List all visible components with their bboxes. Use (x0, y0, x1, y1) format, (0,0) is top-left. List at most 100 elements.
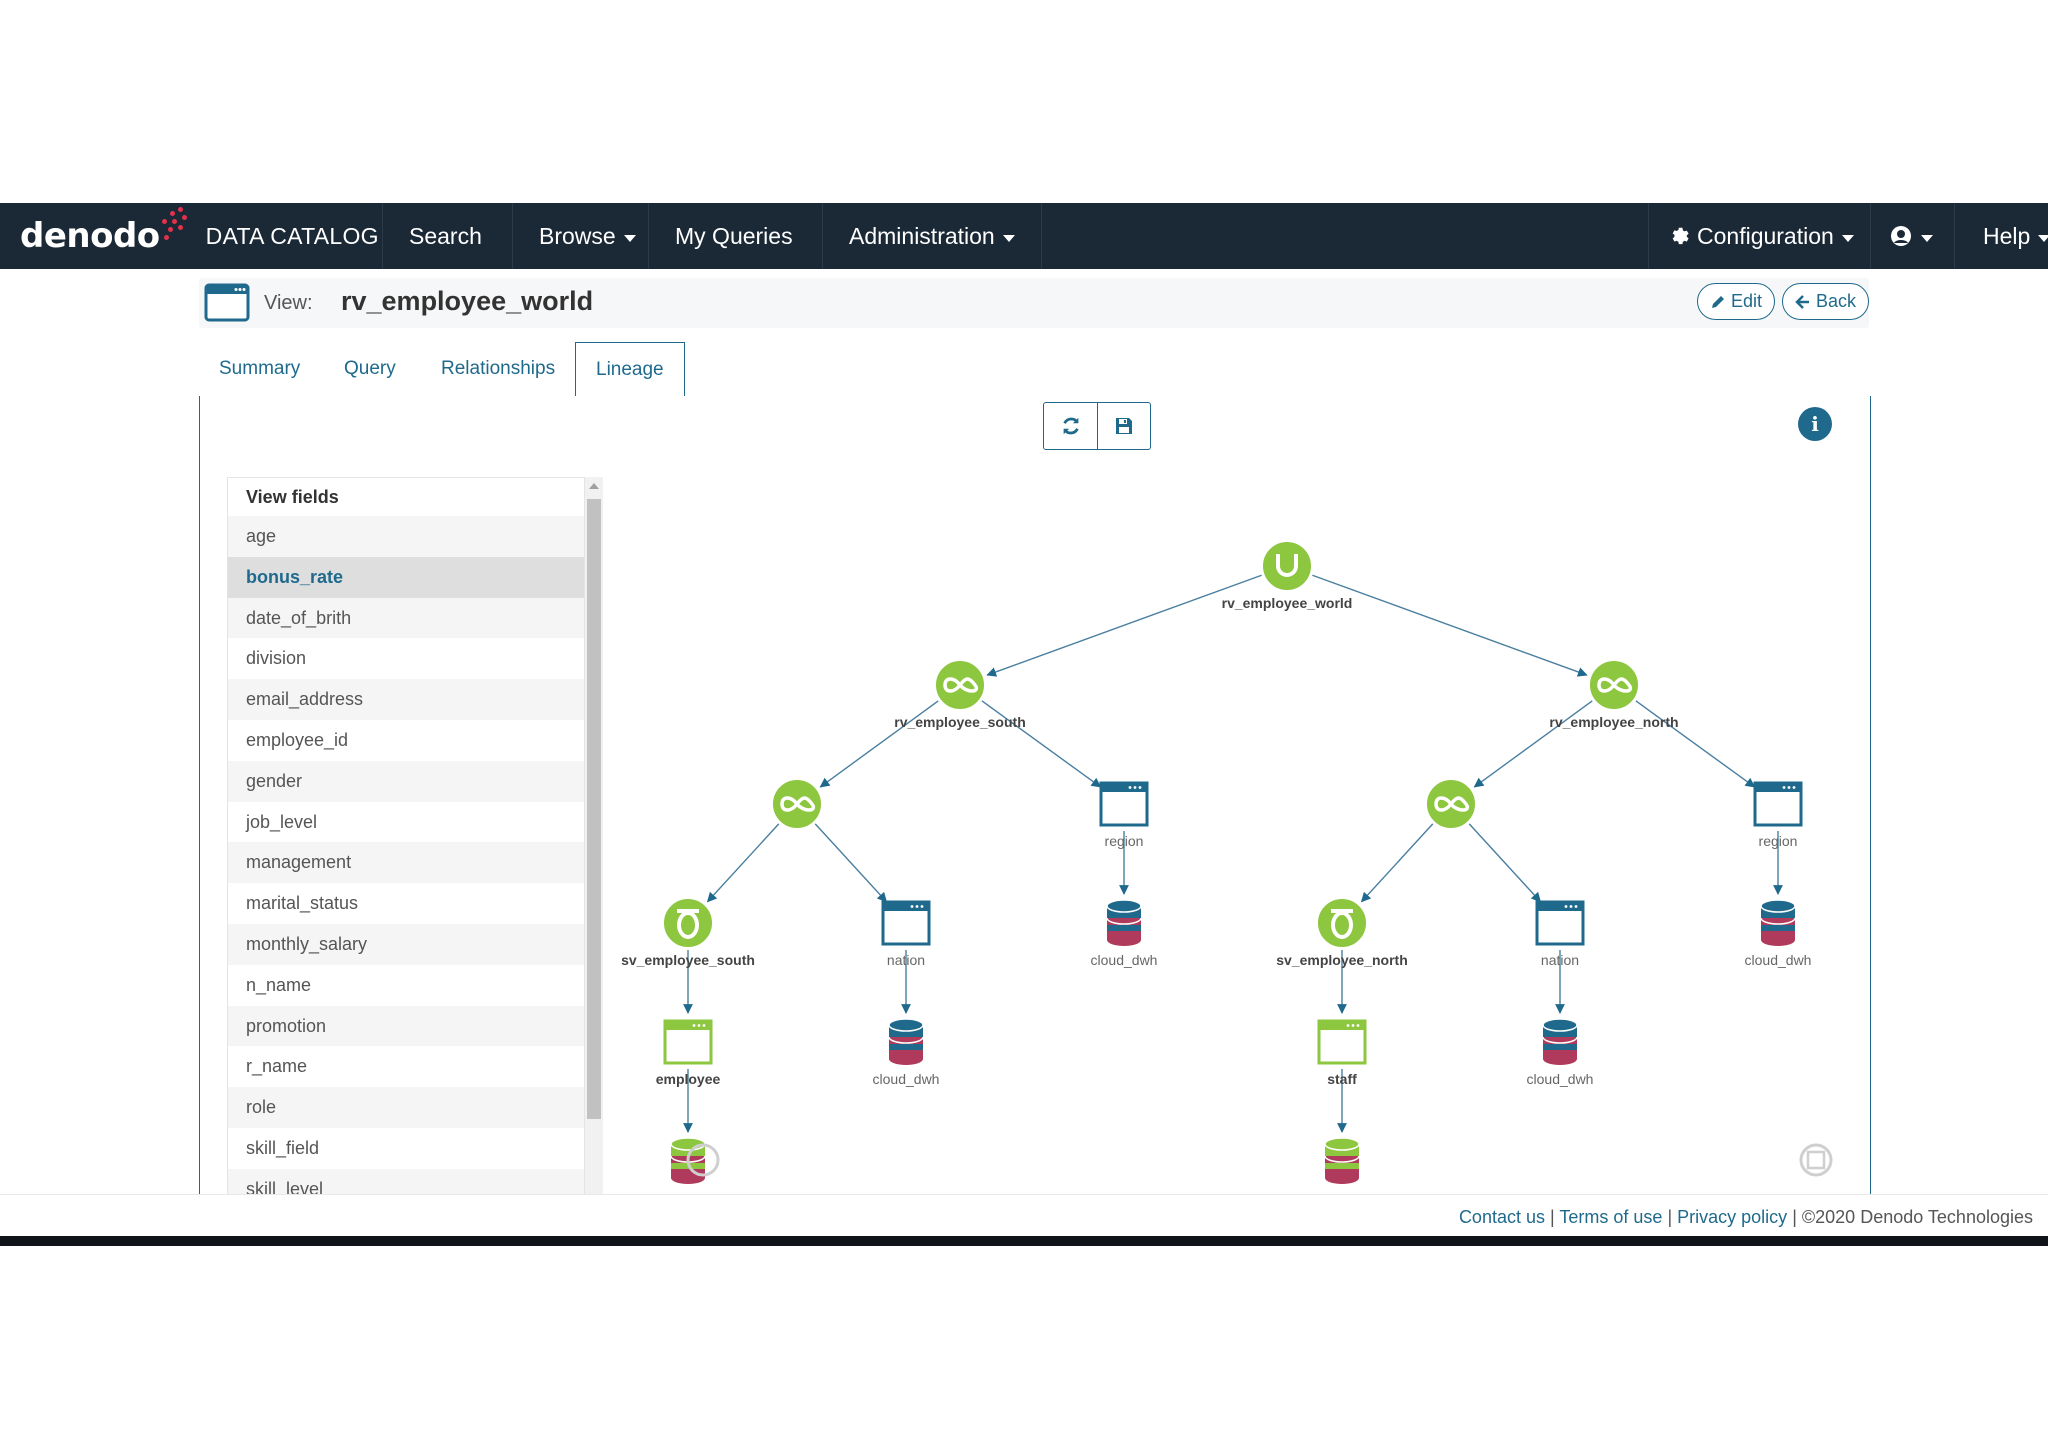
lineage-node-label: rv_employee_south (894, 714, 1026, 730)
field-item[interactable]: age (228, 516, 584, 557)
refresh-icon (1062, 417, 1079, 435)
arrow-left-icon (1795, 294, 1809, 309)
lineage-node-label: sv_employee_south (621, 952, 755, 968)
nav-administration[interactable]: Administration (822, 203, 1042, 269)
nav-search[interactable]: Search (382, 203, 508, 269)
view-dot (1574, 905, 1578, 908)
lineage-node-view[interactable]: nation (881, 900, 931, 968)
lineage-node-join[interactable] (1425, 778, 1477, 830)
footer-separator: | (1667, 1207, 1673, 1227)
nav-my-queries[interactable]: My Queries (648, 203, 819, 269)
footer: Contact us | Terms of use | Privacy poli… (0, 1194, 2048, 1241)
view-dot (702, 1024, 706, 1027)
field-item[interactable]: date_of_brith (228, 597, 584, 639)
lineage-node-label: sv_employee_north (1276, 952, 1408, 968)
view-dot (1356, 1024, 1360, 1027)
lineage-node-datasource[interactable] (1324, 1137, 1360, 1184)
database-top (1324, 1137, 1360, 1151)
field-item[interactable]: gender (228, 760, 584, 802)
lineage-panel: i View fields age bonus_rate date_of_brith… (199, 396, 1871, 1195)
caret-down-icon (1841, 234, 1854, 242)
product-name: DATA CATALOG (205, 222, 379, 249)
field-item[interactable]: r_name (228, 1046, 584, 1087)
back-button[interactable]: Back (1782, 283, 1870, 320)
tab-query[interactable]: Query (324, 342, 416, 396)
database-band (1543, 1044, 1577, 1050)
field-item[interactable]: bonus_rate (228, 556, 584, 598)
field-item[interactable]: n_name (228, 965, 584, 1006)
lineage-node-base-view[interactable]: employee (656, 1019, 721, 1087)
lineage-node-label: cloud_dwh (873, 1071, 940, 1087)
lineage-node-label: rv_employee_north (1549, 714, 1678, 730)
view-dot (910, 905, 914, 908)
brand[interactable]: denodo DATA CATALOG (20, 207, 379, 263)
info-icon[interactable]: i (1798, 407, 1832, 441)
field-item[interactable]: marital_status (228, 883, 584, 924)
database-top (1106, 899, 1142, 913)
fields-scrollbar[interactable] (585, 477, 603, 1194)
lineage-node-join[interactable] (771, 778, 823, 830)
pencil-icon (1712, 295, 1724, 308)
lineage-node-view[interactable]: region (1753, 781, 1803, 849)
edit-button[interactable]: Edit (1697, 283, 1776, 320)
lineage-node-label: cloud_dwh (1527, 1071, 1594, 1087)
field-item[interactable]: skill_level (228, 1168, 584, 1195)
field-item[interactable]: promotion (228, 1005, 584, 1047)
brand-logo: denodo (20, 216, 160, 256)
field-item[interactable]: role (228, 1087, 584, 1128)
field-item[interactable]: skill_field (228, 1128, 584, 1169)
view-dot (1351, 1024, 1355, 1027)
nav-configuration-label: Configuration (1697, 222, 1834, 249)
scroll-up-icon[interactable] (589, 483, 599, 489)
field-item[interactable]: job_level (228, 802, 584, 843)
back-button-label: Back (1816, 291, 1857, 311)
lineage-node-view[interactable]: region (1099, 781, 1149, 849)
taskbar-strip (0, 1236, 2048, 1246)
lineage-node-label: staff (1327, 1071, 1357, 1087)
database-bottom (1325, 1172, 1359, 1184)
nav-help-label: Help (1983, 222, 2031, 249)
terms-link[interactable]: Terms of use (1559, 1207, 1662, 1227)
view-dot (1787, 786, 1791, 789)
database-top (1760, 899, 1796, 913)
tab-lineage[interactable]: Lineage (575, 342, 685, 397)
view-dot (1128, 786, 1132, 789)
edit-button-label: Edit (1731, 291, 1763, 311)
save-button[interactable] (1097, 403, 1150, 449)
field-item[interactable]: email_address (228, 679, 584, 720)
database-bottom (1543, 1053, 1577, 1065)
nav-help[interactable]: Help (1954, 203, 2048, 269)
field-item[interactable]: monthly_salary (228, 923, 584, 965)
footer-separator: | (1550, 1207, 1555, 1227)
database-band (1325, 1163, 1359, 1169)
top-navbar: denodo DATA CATALOG Search Browse My Que… (0, 203, 2048, 269)
caret-down-icon (2038, 234, 2048, 242)
nav-browse-label: Browse (539, 222, 616, 249)
view-dot (1564, 905, 1568, 908)
caret-down-icon (623, 234, 636, 242)
tab-summary[interactable]: Summary (199, 342, 320, 396)
gear-icon (1672, 227, 1689, 245)
scroll-thumb[interactable] (587, 499, 601, 1119)
nav-configuration[interactable]: Configuration (1648, 203, 1874, 269)
nav-browse[interactable]: Browse (512, 203, 662, 269)
refresh-button[interactable] (1044, 403, 1097, 449)
lineage-node-view[interactable]: nation (1535, 900, 1585, 968)
nav-search-label: Search (409, 222, 482, 249)
view-dot (1133, 786, 1137, 789)
view-dot (1346, 1024, 1350, 1027)
field-item[interactable]: management (228, 842, 584, 884)
view-tabs: Summary Query Relationships Lineage (199, 342, 1869, 397)
contact-link[interactable]: Contact us (1459, 1207, 1545, 1227)
footer-separator: | (1792, 1207, 1797, 1227)
lineage-node-label: nation (1541, 952, 1579, 968)
nav-administration-label: Administration (849, 222, 995, 249)
lineage-node-label: cloud_dwh (1091, 952, 1158, 968)
tab-relationships[interactable]: Relationships (421, 342, 575, 396)
field-item[interactable]: division (228, 638, 584, 679)
nav-user-menu[interactable] (1870, 203, 1951, 269)
view-dot (697, 1024, 701, 1027)
field-item[interactable]: employee_id (228, 720, 584, 761)
database-top (888, 1018, 924, 1032)
privacy-link[interactable]: Privacy policy (1677, 1207, 1787, 1227)
